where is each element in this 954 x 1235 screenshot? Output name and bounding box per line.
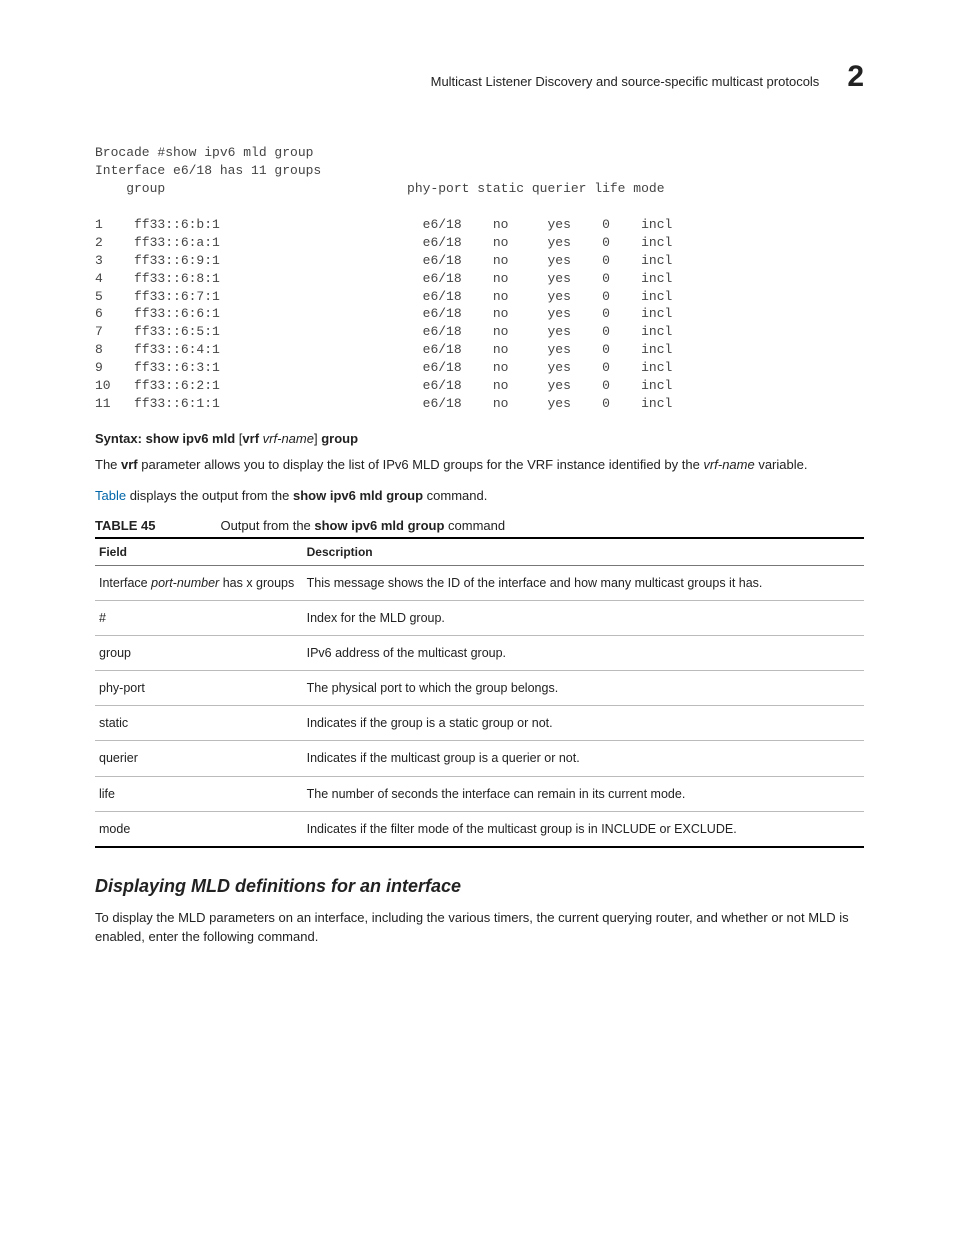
th-field: Field — [95, 538, 303, 566]
table-row: phy-port The physical port to which the … — [95, 671, 864, 706]
th-description: Description — [303, 538, 864, 566]
table-row: life The number of seconds the interface… — [95, 776, 864, 811]
cli-output: Brocade #show ipv6 mld group Interface e… — [95, 144, 864, 413]
table-row: # Index for the MLD group. — [95, 600, 864, 635]
syntax-option-keyword: vrf — [242, 431, 259, 446]
syntax-bracket-close: ] — [314, 431, 318, 446]
vrf-description-para: The vrf parameter allows you to display … — [95, 456, 864, 475]
syntax-cmd-pre: show ipv6 mld — [146, 431, 236, 446]
syntax-line: Syntax: show ipv6 mld [vrf vrf-name] gro… — [95, 431, 864, 446]
table-number: TABLE 45 — [95, 518, 155, 533]
table-intro-para: Table displays the output from the show … — [95, 487, 864, 506]
page-header: Multicast Listener Discovery and source-… — [95, 60, 864, 94]
section-intro-para: To display the MLD parameters on an inte… — [95, 909, 864, 947]
syntax-cmd-post: group — [321, 431, 358, 446]
table-link[interactable]: Table — [95, 488, 126, 503]
table-row: Interface port-number has x groups This … — [95, 565, 864, 600]
chapter-number: 2 — [847, 60, 864, 94]
syntax-label: Syntax: — [95, 431, 142, 446]
table-caption: TABLE 45 Output from the show ipv6 mld g… — [95, 518, 864, 533]
syntax-option-var: vrf-name — [263, 431, 314, 446]
header-title: Multicast Listener Discovery and source-… — [431, 74, 820, 89]
table-row: static Indicates if the group is a stati… — [95, 706, 864, 741]
output-fields-table: Field Description Interface port-number … — [95, 537, 864, 848]
section-heading: Displaying MLD definitions for an interf… — [95, 876, 864, 897]
table-row: mode Indicates if the filter mode of the… — [95, 811, 864, 847]
table-row: group IPv6 address of the multicast grou… — [95, 636, 864, 671]
table-row: querier Indicates if the multicast group… — [95, 741, 864, 776]
